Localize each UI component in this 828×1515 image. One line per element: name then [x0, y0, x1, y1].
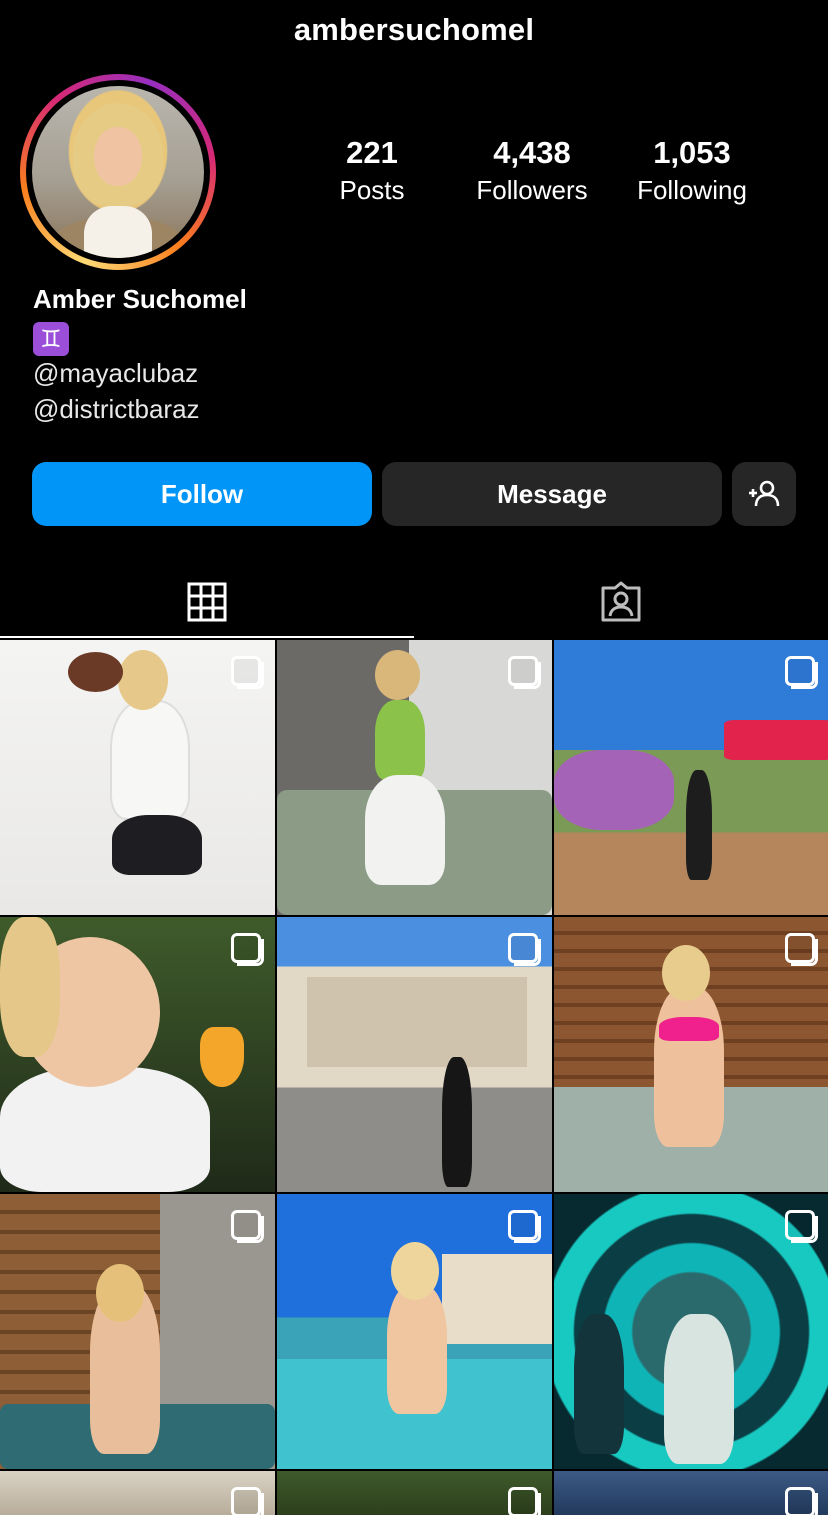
following-label: Following: [637, 175, 747, 205]
post-figure: [654, 987, 724, 1147]
stat-following[interactable]: 1,053 Following: [617, 134, 767, 208]
post-figure: [200, 1027, 244, 1087]
tab-posts-grid[interactable]: [0, 568, 414, 636]
avatar[interactable]: [32, 86, 204, 258]
stat-posts[interactable]: 221 Posts: [322, 134, 422, 208]
follow-button[interactable]: Follow: [32, 462, 372, 526]
post-figure: [724, 720, 828, 760]
post-thumbnail[interactable]: [277, 1194, 552, 1469]
post-figure: [307, 977, 527, 1067]
bio-mention-districtbaraz[interactable]: @districtbaraz: [33, 394, 200, 425]
posts-label: Posts: [339, 175, 405, 205]
carousel-icon: [508, 933, 541, 966]
post-figure: [387, 1284, 447, 1414]
active-tab-indicator: [0, 636, 414, 638]
followers-label: Followers: [476, 175, 588, 205]
post-figure: [554, 750, 674, 830]
carousel-icon: [231, 933, 264, 966]
carousel-icon: [785, 1210, 818, 1243]
post-thumbnail[interactable]: [554, 640, 828, 915]
avatar-story-ring[interactable]: [20, 74, 216, 270]
carousel-icon: [508, 1487, 541, 1515]
post-thumbnail[interactable]: [277, 640, 552, 915]
avatar-top: [83, 206, 153, 258]
grid-icon: [187, 582, 227, 622]
post-figure: [96, 1264, 144, 1322]
carousel-icon: [785, 933, 818, 966]
stat-followers[interactable]: 4,438 Followers: [457, 134, 607, 208]
posts-count: 221: [346, 135, 398, 170]
carousel-icon: [231, 1210, 264, 1243]
post-thumbnail[interactable]: [0, 1194, 275, 1469]
carousel-icon: [785, 1487, 818, 1515]
post-figure: [365, 775, 445, 885]
post-figure: [375, 700, 425, 780]
carousel-icon: [231, 1487, 264, 1515]
add-person-icon: [749, 480, 780, 507]
post-figure: [659, 1017, 719, 1041]
post-thumbnail[interactable]: [0, 917, 275, 1192]
gemini-icon: ♊: [33, 322, 69, 356]
post-figure: [68, 652, 123, 692]
tagged-icon: [601, 581, 641, 622]
post-figure: [112, 815, 202, 875]
post-figure: [442, 1057, 472, 1187]
post-thumbnail[interactable]: [0, 640, 275, 915]
post-figure: [391, 1242, 439, 1300]
post-figure: [442, 1254, 552, 1344]
carousel-icon: [231, 656, 264, 689]
post-figure: [686, 770, 712, 880]
tab-tagged[interactable]: [414, 568, 828, 636]
post-thumbnail[interactable]: [554, 1471, 828, 1515]
carousel-icon: [508, 1210, 541, 1243]
post-figure: [375, 650, 420, 700]
post-figure: [574, 1314, 624, 1454]
post-thumbnail[interactable]: [0, 1471, 275, 1515]
bio-mention-mayaclubaz[interactable]: @mayaclubaz: [33, 358, 198, 389]
post-figure: [664, 1314, 734, 1464]
top-bar: ambersuchomel: [0, 0, 828, 60]
suggested-accounts-button[interactable]: [732, 462, 796, 526]
post-thumbnail[interactable]: [277, 1471, 552, 1515]
post-figure: [118, 650, 168, 710]
carousel-icon: [508, 656, 541, 689]
followers-count: 4,438: [493, 135, 571, 170]
post-thumbnail[interactable]: [277, 917, 552, 1192]
post-thumbnail[interactable]: [554, 917, 828, 1192]
display-name: Amber Suchomel: [33, 284, 247, 314]
post-thumbnail[interactable]: [554, 1194, 828, 1469]
carousel-icon: [785, 656, 818, 689]
profile-username[interactable]: ambersuchomel: [0, 12, 828, 48]
message-button[interactable]: Message: [382, 462, 722, 526]
avatar-face: [93, 127, 143, 186]
post-figure: [662, 945, 710, 1001]
post-figure: [110, 700, 190, 820]
post-figure: [0, 1067, 210, 1192]
post-figure: [0, 917, 60, 1057]
following-count: 1,053: [653, 135, 731, 170]
